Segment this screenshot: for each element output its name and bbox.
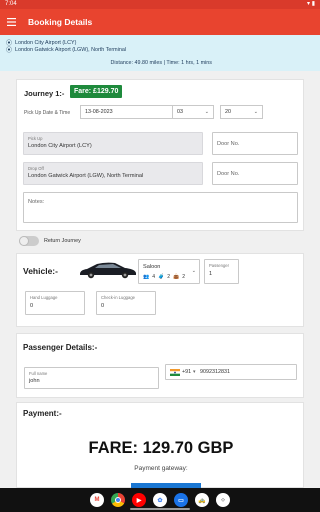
phone-value: 9092312831 [200,369,230,375]
chrome-icon[interactable] [111,493,125,507]
door-placeholder: Door No. [217,141,240,147]
minute-select[interactable]: 20 ⌄ [220,105,263,119]
photos-icon[interactable]: ✿ [153,493,167,507]
location-pin-icon: ⦿ [6,48,13,54]
dropoff-location-field[interactable]: Drop Off London Gatwick Airport (LGW), N… [23,162,203,185]
gesture-bar [130,508,190,510]
chevron-down-icon: ▾ [193,369,196,375]
journey-title: Journey 1:- [24,89,65,98]
india-flag-icon [170,369,180,376]
status-bar: 7:04 ▾ ▮ [0,0,320,9]
hand-luggage-caption: Hand Luggage [30,295,58,300]
minute-value: 20 [225,109,231,115]
messages-icon[interactable]: ▭ [174,493,188,507]
notes-placeholder: Notes: [28,199,45,205]
app-icon[interactable]: 🚕 [195,493,209,507]
return-journey-label: Return Journey [44,238,81,244]
passenger-card: Passenger Details:- Full name john +91 ▾… [16,333,304,398]
door-placeholder: Door No. [217,171,240,177]
vehicle-select[interactable]: Saloon 👥 4 🧳 2 👜 2 ⌄ [138,259,200,284]
vehicle-title: Vehicle:- [23,266,58,276]
chevron-down-icon: ⌄ [204,109,209,115]
full-name-value: john [29,378,40,384]
route-pickup: London City Airport (LCY) [15,39,77,46]
fare-badge: Fare: £129.70 [70,85,123,98]
hand-luggage-select[interactable]: Hand Luggage 0 [25,291,85,315]
hour-value: 03 [177,109,183,115]
pickup-date-value: 13-08-2023 [85,109,113,115]
hand-luggage-value: 0 [30,303,34,309]
journey-card: Journey 1:- Fare: £129.70 Pick Up Date &… [16,79,304,231]
route-distance: Distance: 49.80 miles | Time: 1 hrs, 1 m… [110,60,212,66]
all-apps-icon[interactable]: ⁘ [216,493,230,507]
phone-code: +91 [182,369,192,375]
bag-icon: 👜 [173,274,180,280]
payment-card: Payment:- FARE: 129.70 GBP Payment gatew… [16,402,304,489]
dropoff-field-caption: Drop Off [28,166,44,171]
hand-capacity: 2 [182,274,186,280]
pickup-field-caption: Pick Up [28,136,43,141]
app-bar: Booking Details [0,9,320,35]
phone-input[interactable]: +91 ▾ 9092312831 [165,364,297,380]
vehicle-capacity: 👥 4 🧳 2 👜 2 [143,274,185,280]
vehicle-card: Vehicle:- Saloon 👥 4 🧳 2 👜 2 ⌄ Passenger 1 … [16,253,304,327]
passenger-value: 1 [209,271,213,277]
luggage-icon: 🧳 [158,274,165,280]
passenger-capacity: 4 [152,274,156,280]
payment-title: Payment:- [23,409,62,418]
hour-select[interactable]: 03 ⌄ [172,105,214,119]
passenger-select[interactable]: Passenger 1 [204,259,239,284]
youtube-icon[interactable]: ▶ [132,493,146,507]
full-name-input[interactable]: Full name john [24,367,159,389]
checkin-luggage-select[interactable]: Check-in Luggage 0 [96,291,156,315]
hamburger-icon[interactable] [0,9,22,35]
toggle-knob [19,236,29,246]
people-icon: 👥 [143,274,150,280]
passenger-title: Passenger Details:- [23,343,98,352]
gmail-icon[interactable]: M [90,493,104,507]
payment-gateway-label: Payment gateway: [134,465,188,472]
vehicle-name: Saloon [143,264,161,270]
pickup-door-input[interactable]: Door No. [212,132,298,155]
route-summary: ⦿ London City Airport (LCY) ⦿ London Gatwi… [0,35,320,71]
chevron-down-icon: ⌄ [191,268,196,274]
checkin-luggage-caption: Check-in Luggage [101,295,135,300]
passenger-caption: Passenger [209,263,230,268]
notes-input[interactable]: Notes: [23,192,298,223]
luggage-capacity: 2 [167,274,171,280]
pickup-location-field[interactable]: Pick Up London City Airport (LCY) [23,132,203,155]
pickup-field-value: London City Airport (LCY) [28,143,92,149]
dropoff-field-value: London Gatwick Airport (LGW), North Term… [28,173,144,179]
full-name-caption: Full name [29,371,48,376]
pickup-date-input[interactable]: 13-08-2023▤ [80,105,184,119]
status-time: 7:04 [5,1,17,7]
chevron-down-icon: ⌄ [253,109,258,115]
car-image [80,262,136,279]
dropoff-door-input[interactable]: Door No. [212,162,298,185]
checkin-luggage-value: 0 [101,303,105,309]
page-title: Booking Details [28,17,93,27]
return-journey-toggle[interactable] [19,236,39,246]
route-dropoff: London Gatwick Airport (LGW), North Term… [15,46,127,53]
pickup-datetime-label: Pick Up Date & Time [24,110,71,116]
status-icons: ▾ ▮ [307,1,315,7]
payment-fare: FARE: 129.70 GBP [88,439,234,457]
